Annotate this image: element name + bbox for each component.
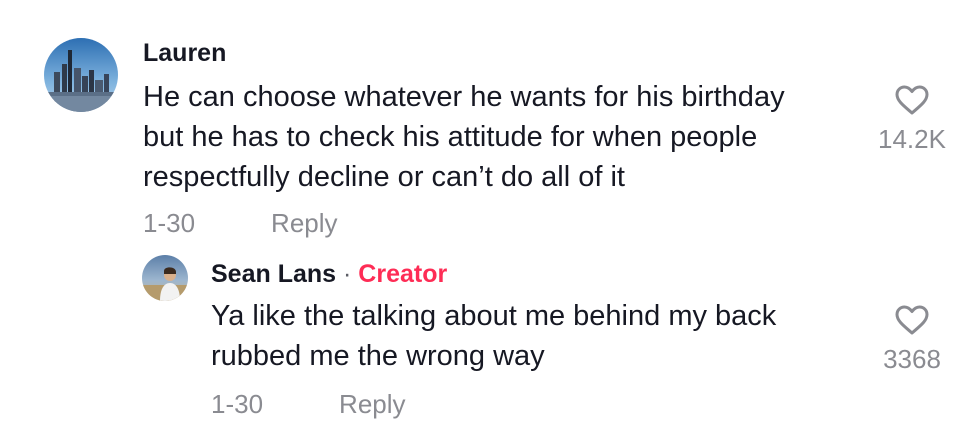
like-count: 3368 [883, 344, 941, 374]
comment-text-line: He can choose whatever he wants for his … [143, 81, 785, 113]
username-text: Sean Lans [211, 260, 337, 288]
comment-username[interactable]: Sean Lans · Creator [211, 260, 447, 289]
comment-text: He can choose whatever he wants for his … [143, 77, 863, 197]
heart-outline-icon [895, 305, 929, 335]
commenter-avatar[interactable] [44, 38, 118, 112]
like-count: 14.2K [878, 124, 946, 154]
like-button[interactable]: 3368 [862, 304, 962, 375]
comment-text-line: rubbed me the wrong way [211, 340, 545, 372]
comment-date: 1-30 [211, 389, 264, 419]
comment-username[interactable]: Lauren [143, 39, 226, 68]
heart-outline-icon [895, 85, 929, 115]
comment-meta: 1-30 Reply [143, 208, 338, 239]
reply-button[interactable]: Reply [271, 208, 337, 238]
username-separator: · [336, 260, 359, 288]
comment-date: 1-30 [143, 208, 196, 238]
comment-text-line: Ya like the talking about me behind my b… [211, 300, 777, 332]
comment-text-line: but he has to check his attitude for whe… [143, 121, 758, 153]
person-photo-avatar [142, 255, 188, 301]
commenter-avatar[interactable] [142, 255, 188, 301]
comment-text-line: respectfully decline or can’t do all of … [143, 161, 625, 193]
comment-meta: 1-30 Reply [211, 389, 406, 420]
comment-text: Ya like the talking about me behind my b… [211, 296, 861, 376]
like-button[interactable]: 14.2K [862, 84, 962, 155]
city-skyline-avatar [44, 38, 118, 112]
creator-badge: Creator [358, 260, 448, 288]
reply-button[interactable]: Reply [339, 389, 405, 419]
